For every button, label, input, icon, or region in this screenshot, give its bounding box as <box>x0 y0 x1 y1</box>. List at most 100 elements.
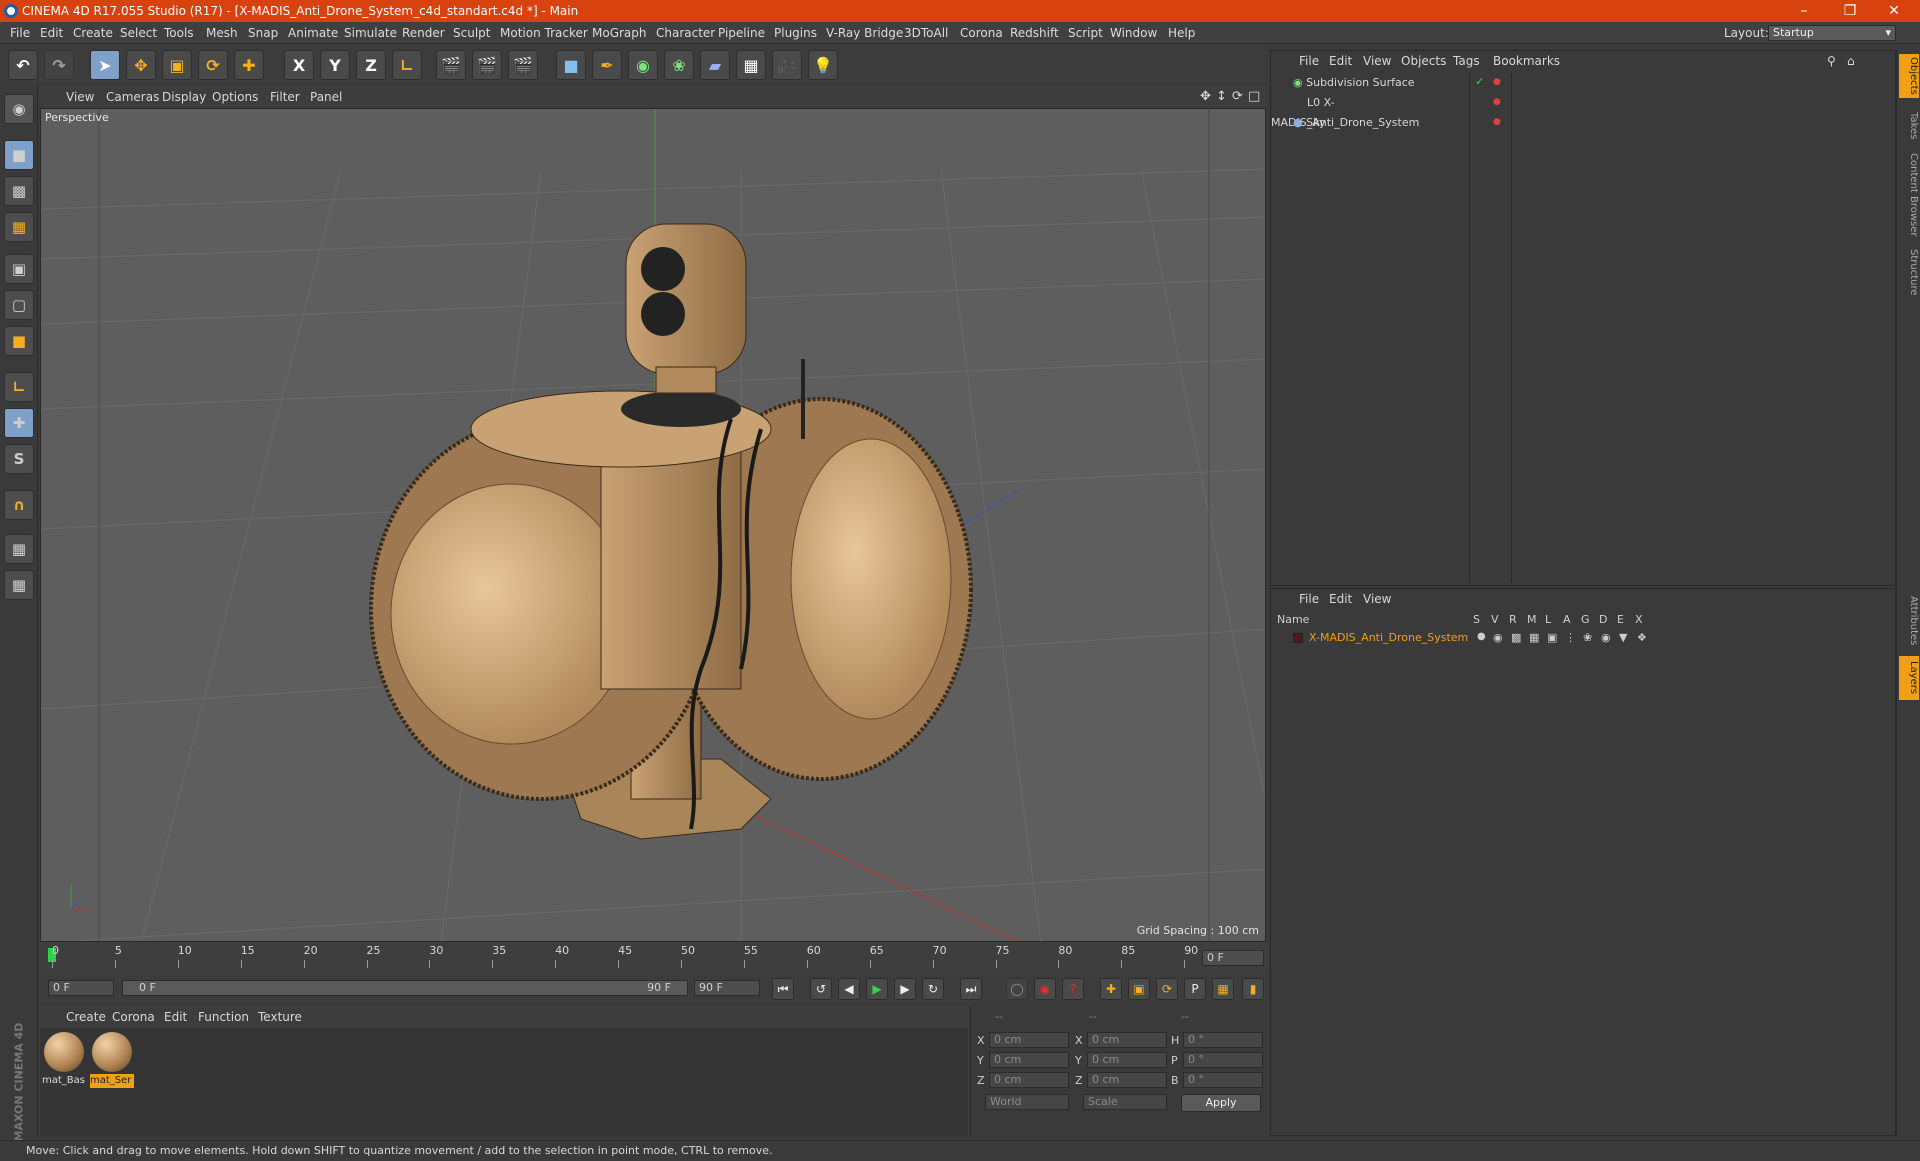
viewport-rotate-icon[interactable]: ⟳ <box>1232 86 1243 108</box>
live-selection-button[interactable]: ➤ <box>90 50 120 80</box>
xref-icon[interactable]: ❖ <box>1637 631 1647 644</box>
search-icon[interactable]: ⚲ <box>1827 51 1836 71</box>
home-icon[interactable]: ⌂ <box>1847 51 1855 71</box>
coordinate-space-select[interactable]: World <box>985 1094 1069 1110</box>
subdivision-button[interactable]: ◉ <box>628 50 658 80</box>
render-icon[interactable]: ▩ <box>1511 631 1521 644</box>
viewport-move-icon[interactable]: ✥ <box>1200 86 1211 108</box>
viewport-menu-cameras[interactable]: Cameras <box>106 86 159 108</box>
object-menu-tags[interactable]: Tags <box>1453 51 1480 71</box>
material-item[interactable]: mat_Ser <box>90 1030 134 1090</box>
menu-corona[interactable]: Corona <box>960 22 1003 44</box>
position-x-field[interactable]: 0 cm <box>989 1032 1069 1048</box>
menu-motion-tracker[interactable]: Motion Tracker <box>500 22 588 44</box>
menu-character[interactable]: Character <box>656 22 715 44</box>
magnet-button[interactable]: ∩ <box>4 490 34 520</box>
layer-menu-edit[interactable]: Edit <box>1329 589 1352 609</box>
light-button[interactable]: 💡 <box>808 50 838 80</box>
coordinate-system-button[interactable]: ∟ <box>392 50 422 80</box>
key-scale-button[interactable]: ▣ <box>1128 978 1150 1000</box>
expression-icon[interactable]: ▼ <box>1619 631 1627 644</box>
material-menu-function[interactable]: Function <box>198 1006 249 1028</box>
deformer-icon[interactable]: ◉ <box>1601 631 1611 644</box>
menu-mograph[interactable]: MoGraph <box>592 22 647 44</box>
workplane-lock-button[interactable]: ▦ <box>4 534 34 564</box>
close-icon[interactable]: ✕ <box>1872 0 1916 22</box>
eye-icon[interactable]: ◉ <box>1493 631 1503 644</box>
make-editable-button[interactable]: ◉ <box>4 94 34 124</box>
menu-plugins[interactable]: Plugins <box>774 22 817 44</box>
play-button[interactable]: ▶ <box>866 978 888 1000</box>
menu-animate[interactable]: Animate <box>288 22 338 44</box>
start-frame-field[interactable]: 0 F <box>48 980 114 996</box>
menu-3dtoall[interactable]: 3DToAll <box>904 22 948 44</box>
cube-button[interactable]: ■ <box>556 50 586 80</box>
size-x-field[interactable]: 0 cm <box>1087 1032 1167 1048</box>
menu-snap[interactable]: Snap <box>248 22 278 44</box>
render-picture-viewer-button[interactable]: 🎬 <box>472 50 502 80</box>
viewport-zoom-icon[interactable]: ↕ <box>1216 86 1227 108</box>
object-row-subdivision[interactable]: ◉ Subdivision Surface <box>1271 73 1471 93</box>
menu-render[interactable]: Render <box>402 22 445 44</box>
next-frame-button[interactable]: ▶ <box>894 978 916 1000</box>
autokey-button[interactable]: ◉ <box>1034 978 1056 1000</box>
visibility-dot-icon[interactable]: ● <box>1493 77 1501 87</box>
menu-window[interactable]: Window <box>1110 22 1157 44</box>
manager-icon[interactable]: ▦ <box>1529 631 1539 644</box>
current-frame-field[interactable]: 0 F <box>1202 950 1264 966</box>
deformer-button[interactable]: ▰ <box>700 50 730 80</box>
apply-button[interactable]: Apply <box>1181 1094 1261 1112</box>
keyframe-selection-button[interactable]: ? <box>1062 978 1084 1000</box>
rotation-b-field[interactable]: 0 ° <box>1183 1072 1263 1088</box>
cloner-button[interactable]: ❀ <box>664 50 694 80</box>
checkmark-icon[interactable]: ✓ <box>1475 75 1484 88</box>
material-menu-edit[interactable]: Edit <box>164 1006 187 1028</box>
object-menu-bookmarks[interactable]: Bookmarks <box>1493 51 1560 71</box>
size-z-field[interactable]: 0 cm <box>1087 1072 1167 1088</box>
go-to-end-button[interactable]: ⏭ <box>960 978 982 1000</box>
lock-icon[interactable]: ▣ <box>1547 631 1557 644</box>
rotation-p-field[interactable]: 0 ° <box>1183 1052 1263 1068</box>
menu-edit[interactable]: Edit <box>40 22 63 44</box>
viewport-maximize-icon[interactable]: □ <box>1248 86 1260 108</box>
material-item[interactable]: mat_Bas <box>42 1030 86 1090</box>
key-parameter-button[interactable]: P <box>1184 978 1206 1000</box>
points-mode-button[interactable]: ▣ <box>4 254 34 284</box>
menu-script[interactable]: Script <box>1068 22 1103 44</box>
edit-render-settings-button[interactable]: 🎬 <box>508 50 538 80</box>
layout-select[interactable]: Startup ▾ <box>1768 25 1896 41</box>
menu-tools[interactable]: Tools <box>164 22 194 44</box>
viewport-menu-options[interactable]: Options <box>212 86 258 108</box>
record-keys-button[interactable]: ◯ <box>1006 978 1028 1000</box>
layer-row[interactable]: X-MADIS_Anti_Drone_System ● ◉ ▩ ▦ ▣ ⋮ ❀ … <box>1271 631 1691 647</box>
menu-pipeline[interactable]: Pipeline <box>718 22 765 44</box>
solo-icon[interactable]: ● <box>1477 631 1486 642</box>
snap-button[interactable]: S <box>4 444 34 474</box>
visibility-dot-icon[interactable]: ● <box>1493 97 1501 107</box>
key-pla-button[interactable]: ▦ <box>1212 978 1234 1000</box>
menu-sculpt[interactable]: Sculpt <box>453 22 490 44</box>
model-mode-button[interactable]: ■ <box>4 140 34 170</box>
scale-button[interactable]: ▣ <box>162 50 192 80</box>
layer-menu-view[interactable]: View <box>1363 589 1391 609</box>
z-axis-button[interactable]: Z <box>356 50 386 80</box>
menu-redshift[interactable]: Redshift <box>1010 22 1059 44</box>
object-row-x-madis[interactable]: L0 X-MADIS_Anti_Drone_System <box>1271 93 1471 129</box>
go-to-start-button[interactable]: ⏮ <box>772 978 794 1000</box>
size-y-field[interactable]: 0 cm <box>1087 1052 1167 1068</box>
layer-menu-file[interactable]: File <box>1299 589 1319 609</box>
viewport-menu-panel[interactable]: Panel <box>310 86 342 108</box>
texture-mode-button[interactable]: ▩ <box>4 176 34 206</box>
next-key-button[interactable]: ↻ <box>922 978 944 1000</box>
menu-file[interactable]: File <box>10 22 30 44</box>
pen-button[interactable]: ✒ <box>592 50 622 80</box>
y-axis-button[interactable]: Y <box>320 50 350 80</box>
layer-color-swatch[interactable] <box>1293 633 1303 643</box>
minimize-icon[interactable]: – <box>1782 0 1826 22</box>
key-rotation-button[interactable]: ⟳ <box>1156 978 1178 1000</box>
transform-button[interactable]: ✚ <box>234 50 264 80</box>
key-position-button[interactable]: ✚ <box>1100 978 1122 1000</box>
tab-attributes[interactable]: Attributes <box>1899 590 1919 652</box>
timeline-window-button[interactable]: ▮ <box>1242 978 1264 1000</box>
restore-icon[interactable]: ❐ <box>1828 0 1872 22</box>
